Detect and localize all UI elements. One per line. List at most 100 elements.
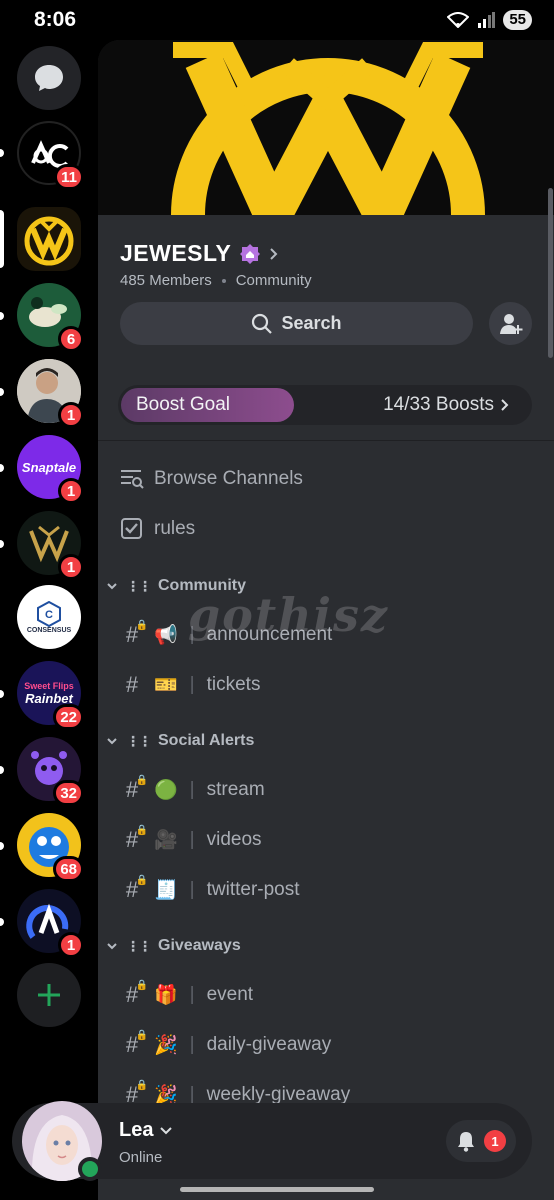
online-status-indicator (78, 1157, 102, 1181)
chevron-right-icon (501, 399, 509, 411)
channel-emoji: 🎥 (154, 830, 178, 851)
separator: | (189, 1034, 195, 1055)
rules-checkbox-icon (121, 518, 142, 539)
channel-emoji: 📢 (154, 625, 178, 646)
server-rail: 11 6 1 Snaptale 1 1 C CONSENSUS Sweet Fl… (0, 40, 97, 1200)
channel-event[interactable]: # 🔒 🎁 | event (120, 975, 540, 1015)
sweetflips-logo-text: Sweet Flips (24, 680, 74, 691)
category-giveaways[interactable]: ⋮⋮ Giveaways (106, 931, 241, 961)
unread-indicator (0, 690, 4, 698)
channel-stream[interactable]: # 🔒 🟢 | stream (120, 770, 540, 810)
separator: | (189, 829, 195, 850)
separator: | (189, 879, 195, 900)
signal-icon (478, 12, 496, 28)
channel-name: daily-giveaway (206, 1034, 332, 1055)
clock: 8:06 (34, 8, 77, 31)
watermark: gothisz (188, 588, 390, 642)
locked-hash-icon: # 🔒 (125, 775, 148, 802)
locked-hash-icon: # 🔒 (125, 980, 148, 1007)
browse-channels-label: Browse Channels (154, 468, 303, 489)
user-name[interactable]: Lea (119, 1119, 173, 1142)
server-icon-consensus[interactable]: C CONSENSUS (17, 585, 81, 649)
unread-badge: 1 (58, 554, 84, 580)
server-icon-monster[interactable]: 32 (17, 737, 84, 806)
channel-rules[interactable]: rules (120, 509, 540, 549)
add-server-button[interactable] (17, 963, 81, 1027)
locked-hash-icon: # 🔒 (125, 825, 148, 852)
boost-count: 14/33 Boosts (383, 385, 510, 425)
scrollbar[interactable] (548, 188, 553, 358)
unread-indicator (0, 149, 4, 157)
server-icon-sweetflips[interactable]: Sweet Flips Rainbet 22 (17, 661, 84, 730)
search-label: Search (281, 313, 342, 333)
channel-twitter-post[interactable]: # 🔒 🧾 | twitter-post (120, 870, 540, 910)
channel-emoji: 🟢 (154, 780, 178, 801)
locked-hash-icon: # 🔒 (125, 620, 148, 647)
category-dots-icon: ⋮⋮ (126, 577, 152, 594)
separator-dot (221, 278, 226, 283)
locked-hash-icon: # 🔒 (125, 1030, 148, 1057)
boost-goal-bar[interactable]: Boost Goal 14/33 Boosts (118, 385, 532, 425)
unread-indicator (0, 842, 4, 850)
server-banner (98, 40, 554, 215)
browse-list-icon (121, 470, 144, 489)
channel-daily-giveaway[interactable]: # 🔒 🎉 | daily-giveaway (120, 1025, 540, 1065)
unread-indicator (0, 540, 4, 548)
unread-badge: 1 (58, 932, 84, 958)
server-name[interactable]: JEWESLY (120, 240, 279, 267)
channel-emoji: 🎁 (154, 985, 178, 1006)
unread-indicator (0, 918, 4, 926)
category-dots-icon: ⋮⋮ (126, 937, 152, 954)
unread-badge: 22 (53, 704, 84, 730)
notifications-button[interactable]: 1 (446, 1120, 516, 1162)
status-bar: 8:06 55 (0, 0, 554, 40)
search-icon (252, 313, 273, 334)
separator: | (189, 779, 195, 800)
add-person-icon (499, 313, 522, 334)
hash-icon: # (125, 672, 139, 697)
channel-name: event (206, 984, 254, 1005)
category-name: Social Alerts (158, 732, 255, 749)
unread-indicator (0, 464, 4, 472)
server-icon-blue-face[interactable]: 68 (17, 813, 84, 882)
channel-name: twitter-post (206, 879, 300, 900)
browse-channels-item[interactable]: Browse Channels (120, 459, 540, 499)
invite-members-button[interactable] (489, 302, 532, 345)
category-social-alerts[interactable]: ⋮⋮ Social Alerts (106, 726, 254, 756)
channel-name: rules (154, 518, 196, 539)
category-name: Giveaways (158, 937, 241, 954)
server-icon-ac[interactable]: 11 (17, 121, 84, 190)
notification-badge: 1 (484, 1130, 506, 1152)
channel-emoji: 🎉 (154, 1035, 178, 1056)
server-icon-sushi[interactable]: 6 (17, 283, 84, 352)
unread-badge: 11 (54, 164, 84, 190)
community-badge-icon (240, 243, 261, 264)
channel-tickets[interactable]: # 🎫 | tickets (120, 665, 540, 705)
home-indicator[interactable] (180, 1187, 374, 1192)
server-icon-wm[interactable]: 1 (17, 511, 84, 580)
search-button[interactable]: Search (120, 302, 473, 345)
system-icons: 55 (447, 10, 532, 30)
channel-emoji: 🎫 (154, 675, 178, 696)
chevron-down-icon (107, 738, 117, 745)
server-type: Community (235, 272, 312, 289)
chevron-down-icon (107, 583, 117, 590)
svg-text:C: C (45, 609, 53, 621)
separator: | (189, 674, 195, 695)
consensus-logo-text: CONSENSUS (26, 626, 72, 634)
snaptale-logo-text: Snaptale (21, 459, 77, 475)
direct-messages-button[interactable] (17, 46, 81, 110)
unread-badge: 1 (58, 402, 84, 428)
server-icon-snaptale[interactable]: Snaptale 1 (17, 435, 84, 504)
server-icon-a-logo[interactable]: 1 (17, 889, 84, 958)
user-name-text: Lea (119, 1119, 154, 1141)
server-icon-jewesly[interactable] (17, 207, 81, 271)
channel-videos[interactable]: # 🔒 🎥 | videos (120, 820, 540, 860)
banner-logo-icon (98, 40, 554, 215)
server-name-text: JEWESLY (120, 240, 232, 266)
unread-badge: 1 (58, 478, 84, 504)
plus-icon (38, 984, 60, 1006)
server-icon-person[interactable]: 1 (17, 359, 84, 428)
member-count: 485 Members (120, 272, 212, 289)
user-panel[interactable]: Lea Online 1 (12, 1101, 532, 1181)
